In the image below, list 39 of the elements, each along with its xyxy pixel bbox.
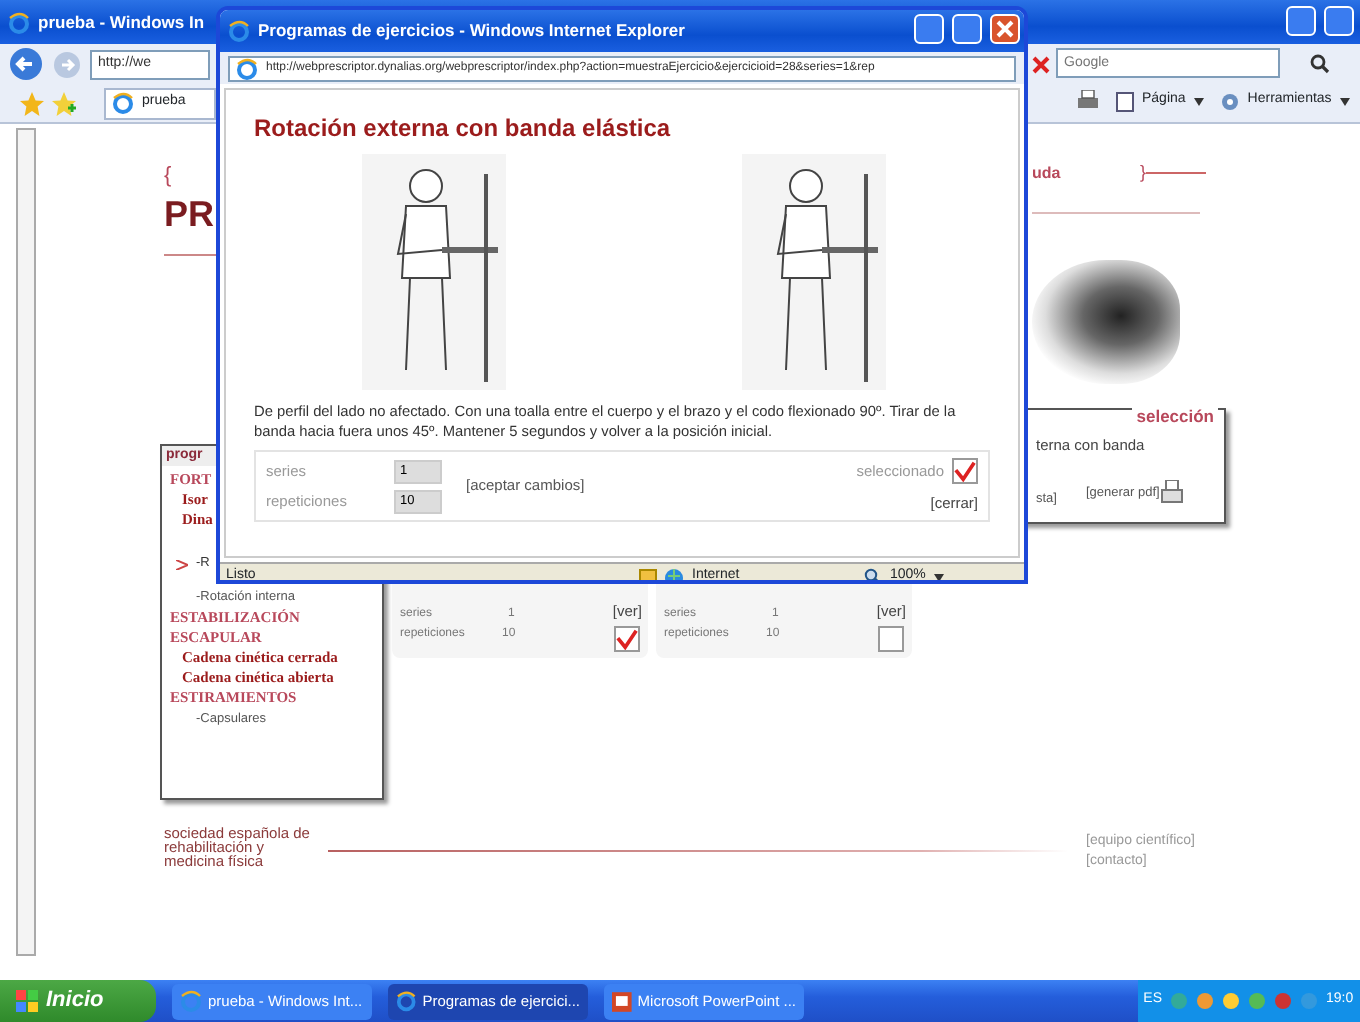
presentation-icon	[612, 991, 632, 1011]
exercise-title: Rotación externa con banda elástica	[254, 112, 673, 146]
minimize-button[interactable]	[914, 14, 944, 44]
caret-icon	[933, 573, 944, 580]
close-icon[interactable]	[1032, 56, 1050, 74]
search-icon[interactable]	[1310, 54, 1330, 74]
gear-icon	[1219, 91, 1240, 111]
checkbox[interactable]	[614, 626, 640, 652]
maximize-button[interactable]	[1324, 6, 1354, 36]
star-icon[interactable]	[20, 91, 44, 115]
scrollbar[interactable]	[16, 128, 36, 956]
page-icon	[1116, 91, 1134, 111]
browser-icon	[180, 990, 202, 1012]
back-button[interactable]	[8, 46, 44, 82]
close-button[interactable]	[990, 14, 1020, 44]
browser-icon	[396, 990, 417, 1012]
windows-logo-icon	[16, 990, 38, 1012]
selection-marker-icon	[176, 559, 188, 569]
browser-icon	[236, 57, 258, 79]
nav-link[interactable]: uda	[1032, 162, 1061, 186]
minimize-button[interactable]	[1286, 6, 1316, 36]
browser-icon	[112, 92, 134, 114]
start-button[interactable]: Inicio	[0, 980, 156, 1022]
page-heading: PR	[164, 196, 215, 232]
maximize-button[interactable]	[952, 14, 982, 44]
close-icon	[996, 20, 1014, 38]
printer-icon	[1159, 480, 1184, 504]
browser-icon	[228, 20, 250, 42]
printer-icon[interactable]	[1076, 90, 1100, 112]
add-favorite-icon[interactable]	[52, 91, 76, 115]
caret-icon	[1339, 97, 1350, 105]
caret-icon	[1193, 97, 1204, 105]
checkbox[interactable]	[952, 457, 978, 484]
bracket-text: {	[164, 162, 172, 192]
window-title: prueba - Windows In	[38, 9, 205, 35]
window-title: Programas de ejercicios - Windows Internet Explorer	[258, 18, 685, 44]
browser-icon	[8, 11, 30, 33]
bracket-text: }	[1140, 160, 1147, 186]
checkbox[interactable]	[878, 626, 904, 652]
